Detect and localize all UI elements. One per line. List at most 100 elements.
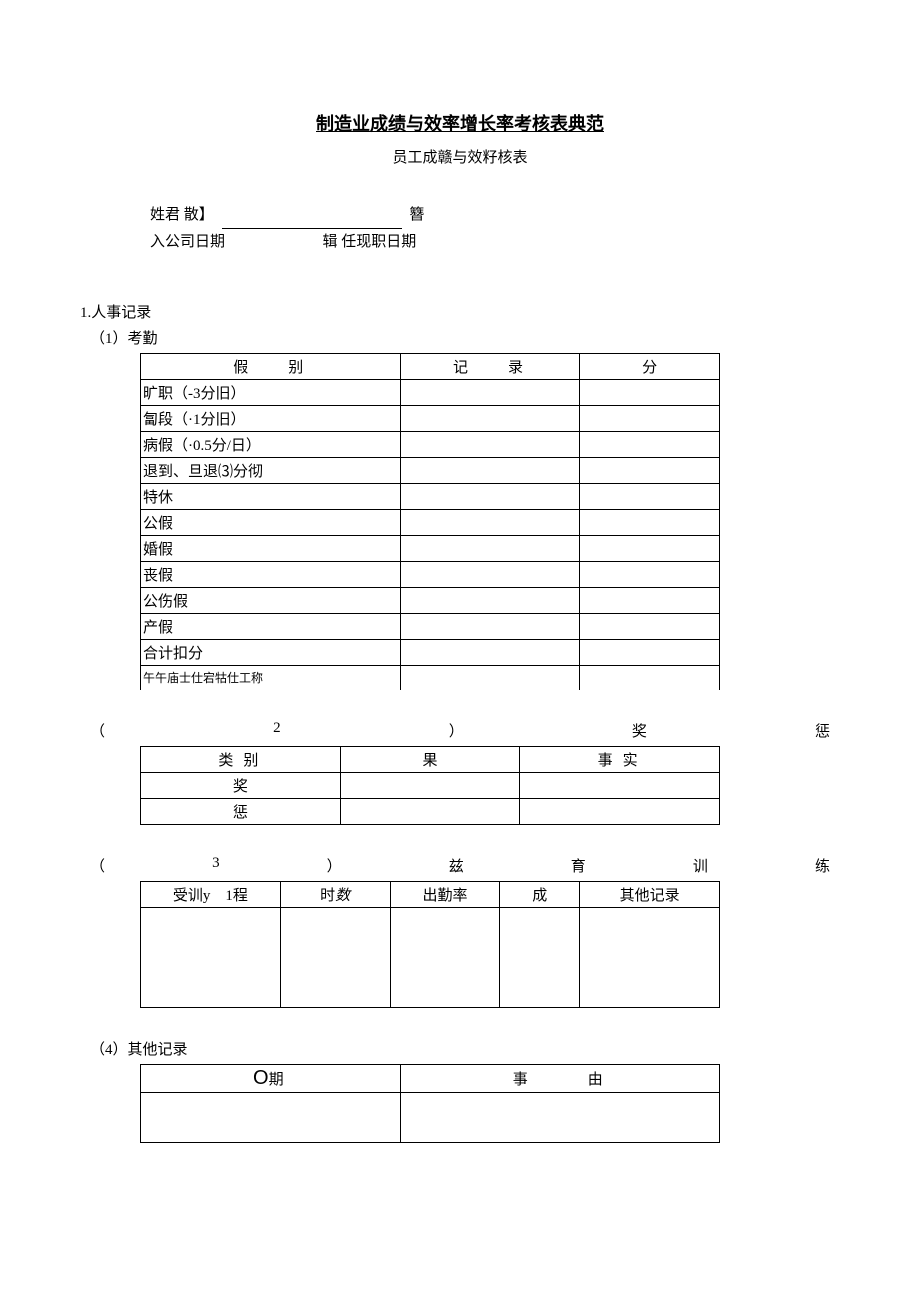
score-cell xyxy=(580,432,720,458)
leave-cell: 特休 xyxy=(141,484,401,510)
record-cell xyxy=(400,666,580,690)
col-fact: 事实 xyxy=(520,746,720,772)
leave-cell: 病假（·0.5分/日） xyxy=(141,432,401,458)
table-row: 特休 xyxy=(141,484,720,510)
leave-cell: 匐段（·1分旧） xyxy=(141,406,401,432)
record-cell xyxy=(400,536,580,562)
col-course: 受训y 1程 xyxy=(141,881,281,907)
score-cell xyxy=(580,562,720,588)
char-3: 训 xyxy=(693,855,708,876)
record-cell xyxy=(400,588,580,614)
table-header-row: O期 事由 xyxy=(141,1064,720,1092)
name-suffix: 簪 xyxy=(409,202,424,229)
cell-punish: 惩 xyxy=(141,798,341,824)
score-cell xyxy=(580,484,720,510)
record-cell xyxy=(400,614,580,640)
col-category: 类别 xyxy=(141,746,341,772)
char-2: 育 xyxy=(571,855,586,876)
reward-table: 类别 果 事实 奖 惩 xyxy=(140,746,720,825)
table-row: 旷职（-3分旧） xyxy=(141,380,720,406)
subsection-1-4: （4）其他记录 xyxy=(90,1038,860,1059)
table-row: 惩 xyxy=(141,798,720,824)
col-record: 记录 xyxy=(400,354,580,380)
info-block: 姓君 散】 簪 入公司日期 辑 任现职日期 xyxy=(150,202,860,256)
score-cell xyxy=(580,406,720,432)
record-cell xyxy=(400,432,580,458)
name-label: 姓君 散】 xyxy=(150,202,214,229)
score-cell xyxy=(580,614,720,640)
leave-cell: 公伤假 xyxy=(141,588,401,614)
char-4: 练 xyxy=(815,855,830,876)
other-record-table: O期 事由 xyxy=(140,1064,720,1143)
table-header-row: 类别 果 事实 xyxy=(141,746,720,772)
info-row-name: 姓君 散】 簪 xyxy=(150,202,860,229)
table-row: 匐段（·1分旧） xyxy=(141,406,720,432)
cell xyxy=(500,907,580,1007)
leave-cell: 午午庙士仕宕牯仕工称 xyxy=(141,666,401,690)
col-reason: 事由 xyxy=(400,1064,719,1092)
document-subtitle: 员工成赣与效籽核表 xyxy=(60,146,860,167)
subsection-1-3: （ 3 ） 兹 育 训 练 xyxy=(90,855,830,876)
cell xyxy=(520,798,720,824)
table-row: 婚假 xyxy=(141,536,720,562)
char-1: 兹 xyxy=(449,855,464,876)
table-row: 公假 xyxy=(141,510,720,536)
cell xyxy=(400,1092,719,1142)
table-row: 公伤假 xyxy=(141,588,720,614)
leave-cell: 产假 xyxy=(141,614,401,640)
col-leave-type: 假别 xyxy=(141,354,401,380)
subsection-1-2: （ 2 ） 奖 惩 xyxy=(90,720,830,741)
char-punish: 惩 xyxy=(815,720,830,741)
col-score: 分 xyxy=(580,354,720,380)
num-2: 2 xyxy=(273,720,281,741)
score-cell xyxy=(580,380,720,406)
record-cell xyxy=(400,640,580,666)
leave-cell: 旷职（-3分旧） xyxy=(141,380,401,406)
table-row: 产假 xyxy=(141,614,720,640)
leave-cell: 合计扣分 xyxy=(141,640,401,666)
cell xyxy=(340,772,520,798)
col-other: 其他记录 xyxy=(580,881,720,907)
record-cell xyxy=(400,562,580,588)
record-cell xyxy=(400,380,580,406)
score-cell xyxy=(580,588,720,614)
char-award: 奖 xyxy=(632,720,647,741)
paren-close: ） xyxy=(327,855,342,876)
table-row: 退到、旦退⑶分彻 xyxy=(141,458,720,484)
table-row: 合计扣分 xyxy=(141,640,720,666)
subsection-1-1: （1）考勤 xyxy=(90,327,860,348)
table-row: 病假（·0.5分/日） xyxy=(141,432,720,458)
leave-cell: 退到、旦退⑶分彻 xyxy=(141,458,401,484)
cell xyxy=(141,1092,401,1142)
cell xyxy=(340,798,520,824)
score-cell xyxy=(580,640,720,666)
attendance-table: 假别 记录 分 旷职（-3分旧） 匐段（·1分旧） 病假（·0.5分/日） 退到… xyxy=(140,353,720,690)
join-label: 入公司日期 xyxy=(150,229,225,256)
record-cell xyxy=(400,406,580,432)
cell-award: 奖 xyxy=(141,772,341,798)
table-row: 奖 xyxy=(141,772,720,798)
document-title: 制造业成绩与效率增长率考核表典范 xyxy=(60,110,860,136)
score-cell xyxy=(580,536,720,562)
score-cell xyxy=(580,510,720,536)
col-date: O期 xyxy=(141,1064,401,1092)
cell xyxy=(280,907,390,1007)
cell xyxy=(141,907,281,1007)
paren-close: ） xyxy=(449,720,464,741)
col-attendance: 出勤率 xyxy=(390,881,500,907)
table-row: 丧假 xyxy=(141,562,720,588)
leave-cell: 婚假 xyxy=(141,536,401,562)
col-result: 成 xyxy=(500,881,580,907)
training-table: 受训y 1程 时数 出勤率 成 其他记录 xyxy=(140,881,720,1008)
cell xyxy=(580,907,720,1007)
cell xyxy=(390,907,500,1007)
leave-cell: 公假 xyxy=(141,510,401,536)
info-row-date: 入公司日期 辑 任现职日期 xyxy=(150,229,860,256)
paren-open: （ xyxy=(90,855,105,876)
col-hours: 时数 xyxy=(280,881,390,907)
join-mid: 辑 任现职日期 xyxy=(323,229,417,256)
paren-open: （ xyxy=(90,720,105,741)
record-cell xyxy=(400,484,580,510)
num-3: 3 xyxy=(212,855,220,876)
table-row xyxy=(141,1092,720,1142)
